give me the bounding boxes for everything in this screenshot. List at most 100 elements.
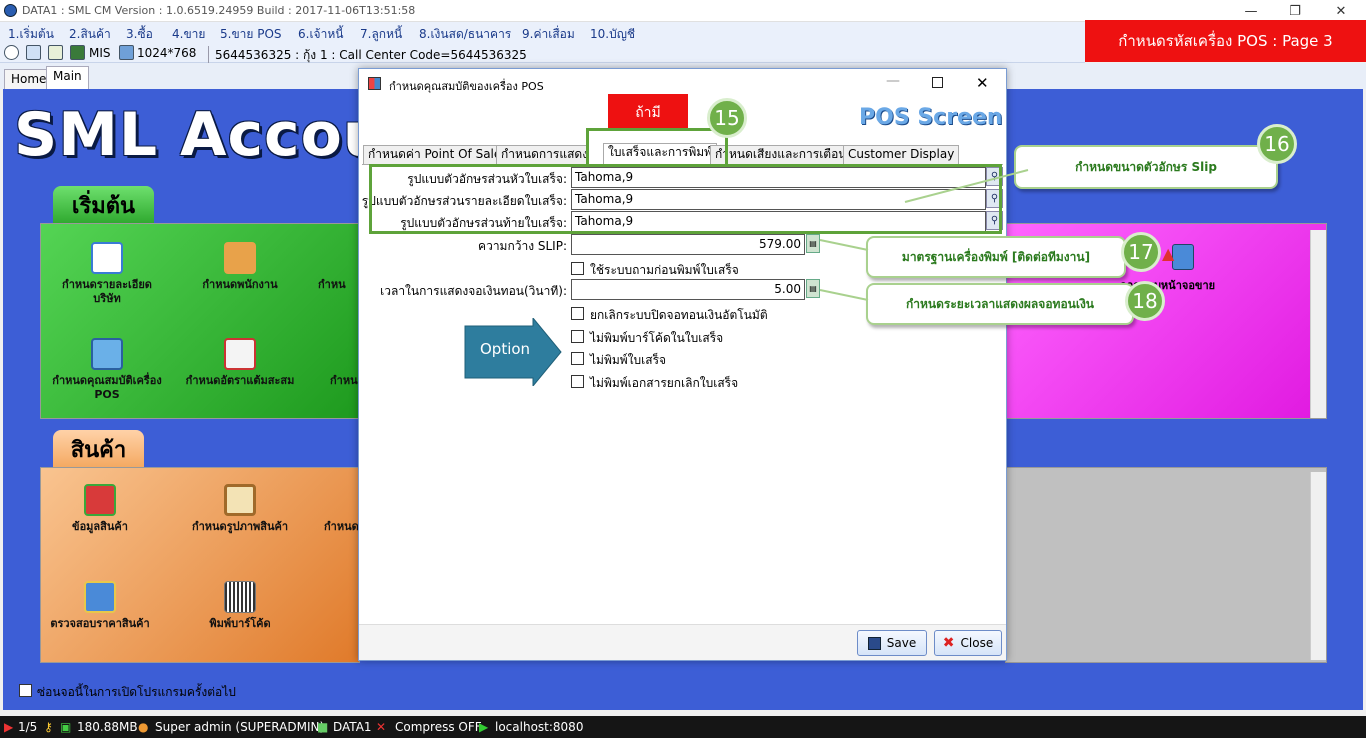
- dialog-close-button[interactable]: ✕: [976, 74, 989, 92]
- house-icon: [91, 242, 123, 274]
- save-label: Save: [886, 636, 917, 650]
- tab-point-of-sale[interactable]: กำหนดค่า Point Of Sale: [363, 145, 507, 164]
- red-note-label: ถ้ามี: [608, 94, 688, 131]
- barcode-icon: [224, 581, 256, 613]
- badge-17: 17: [1121, 232, 1161, 272]
- status-compress: Compress OFF: [395, 720, 482, 734]
- item-product-images[interactable]: กำหนดรูปภาพสินค้า: [185, 484, 295, 534]
- no-barcode-label: ไม่พิมพ์บาร์โค้ดในใบเสร็จ: [590, 331, 724, 345]
- item-truncated-2[interactable]: กำหน: [330, 374, 358, 388]
- callout-slip-font: กำหนดขนาดตัวอักษร Slip: [1014, 145, 1278, 189]
- item-check-price[interactable]: ตรวจสอบราคาสินค้า: [45, 581, 155, 631]
- badge-16: 16: [1257, 124, 1297, 164]
- no-cancel-doc-checkbox[interactable]: [571, 375, 584, 388]
- panel-grey: [1005, 467, 1327, 663]
- play-icon: ▶: [479, 720, 489, 734]
- close-x-icon: ✖: [942, 635, 955, 651]
- tab-main[interactable]: Main: [46, 66, 89, 89]
- no-barcode-checkbox[interactable]: [571, 330, 584, 343]
- change-time-label: เวลาในการแสดงจอเงินทอน(วินาที):: [380, 284, 567, 298]
- item-pos-properties[interactable]: กำหนดคุณสมบัติเครื่อง POS: [52, 338, 162, 402]
- item-print-barcode[interactable]: พิมพ์บาร์โค้ด: [185, 581, 295, 631]
- close-button[interactable]: ✖ Close: [934, 630, 1002, 656]
- books-check-icon: [84, 581, 116, 613]
- monitor-icon: ▣: [60, 720, 72, 734]
- dialog-app-icon: [368, 77, 381, 90]
- item-product-data[interactable]: ข้อมูลสินค้า: [45, 484, 155, 534]
- resolution-label: 1024*768: [137, 46, 197, 60]
- status-memory: 180.88MB: [77, 720, 138, 734]
- status-user: Super admin (SUPERADMIN): [155, 720, 325, 734]
- compress-icon: ✕: [376, 720, 387, 734]
- screen-icon[interactable]: [119, 45, 134, 60]
- save-button[interactable]: Save: [857, 630, 927, 656]
- hide-screen-checkbox[interactable]: [19, 684, 32, 697]
- cancel-auto-close-label: ยกเลิกระบบปิดจอทอนเงินอัตโนมัติ: [590, 308, 768, 322]
- close-label: Close: [960, 636, 994, 650]
- slip-width-input[interactable]: 579.00: [571, 234, 805, 255]
- status-page: 1/5: [18, 720, 38, 734]
- mis-label[interactable]: MIS: [89, 46, 111, 60]
- status-host: localhost:8080: [495, 720, 584, 734]
- toolbar: MIS 1024*768 5644536325 : กุ้ง 1 : Call …: [0, 42, 1085, 65]
- callout-16-pointer: [904, 169, 1029, 203]
- close-window-button[interactable]: ✕: [1318, 0, 1364, 22]
- window-title: DATA1 : SML CM Version : 1.0.6519.24959 …: [22, 4, 416, 17]
- callout-change-screen-time: กำหนดระยะเวลาแสดงผลจอทอนเงิน: [866, 283, 1134, 325]
- status-bar: ▶ 1/5 ⚷ ▣ 180.88MB ● Super admin (SUPERA…: [0, 716, 1366, 738]
- page-header-label: กำหนดรหัสเครื่อง POS : Page 3: [1085, 20, 1366, 62]
- panel-products-tab[interactable]: สินค้า: [53, 430, 144, 468]
- database-icon: ■: [317, 720, 329, 734]
- window-icon[interactable]: [26, 45, 41, 60]
- pos-screen-header: POS Screen: [859, 105, 1003, 130]
- badge-18: 18: [1125, 281, 1165, 321]
- panel-start-tab[interactable]: เริ่มต้น: [53, 186, 154, 224]
- app-icon: [4, 4, 17, 17]
- item-employees[interactable]: กำหนดพนักงาน: [185, 242, 295, 292]
- tab-sound-alerts[interactable]: กำหนดเสียงและการเตือน: [710, 145, 852, 164]
- arrow-icon: ▶: [4, 720, 14, 734]
- people-icon: [224, 242, 256, 274]
- callout-17-pointer: [819, 239, 869, 251]
- clock-icon[interactable]: [4, 45, 19, 60]
- badge-15: 15: [707, 98, 747, 138]
- boxes-icon: [84, 484, 116, 516]
- callout-18-pointer: [819, 289, 869, 301]
- no-receipt-label: ไม่พิมพ์ใบเสร็จ: [590, 353, 667, 367]
- item-truncated-1[interactable]: กำหน: [318, 278, 358, 292]
- item-truncated-3[interactable]: กำหนด: [324, 520, 360, 534]
- triangle-icon: ▲: [1162, 244, 1175, 263]
- item-company-details[interactable]: กำหนดรายละเอียดบริษัท: [52, 242, 162, 306]
- window-title-bar: DATA1 : SML CM Version : 1.0.6519.24959 …: [0, 0, 1366, 22]
- no-receipt-checkbox[interactable]: [571, 352, 584, 365]
- status-db: DATA1: [333, 720, 372, 734]
- highlight-tab-box: [586, 128, 728, 166]
- cube-icon: [1172, 244, 1194, 270]
- user-icon: ●: [138, 720, 149, 734]
- change-time-input[interactable]: 5.00: [571, 279, 805, 300]
- minimize-button[interactable]: —: [1228, 0, 1274, 22]
- cancel-auto-close-checkbox[interactable]: [571, 307, 584, 320]
- picture-frame-icon: [224, 484, 256, 516]
- pencil-paper-icon: [224, 338, 256, 370]
- calculator-icon[interactable]: [48, 45, 63, 60]
- maximize-button[interactable]: ❐: [1272, 0, 1318, 22]
- option-arrow-label: Option: [480, 340, 531, 358]
- no-cancel-doc-label: ไม่พิมพ์เอกสารยกเลิกใบเสร็จ: [590, 376, 739, 390]
- panel-scrollbar-2[interactable]: [1310, 472, 1326, 660]
- callout-printer-standard: มาตรฐานเครื่องพิมพ์ [ติดต่อทีมงาน]: [866, 236, 1126, 278]
- ask-before-print-label: ใช้ระบบถามก่อนพิมพ์ใบเสร็จ: [590, 263, 739, 277]
- ask-before-print-checkbox[interactable]: [571, 262, 584, 275]
- item-points-rate[interactable]: กำหนดอัตราแต้มสะสม: [185, 338, 295, 388]
- floppy-icon: [867, 636, 881, 650]
- dialog-title: กำหนดคุณสมบัติของเครื่อง POS: [389, 80, 544, 93]
- key-icon: ⚷: [44, 720, 53, 734]
- dialog-minimize-button[interactable]: —: [886, 73, 900, 89]
- panel-scrollbar-1[interactable]: [1310, 230, 1326, 418]
- dialog-maximize-button[interactable]: [932, 77, 943, 88]
- app-banner-title: SML Accou: [14, 100, 387, 170]
- pos-device-icon: [91, 338, 123, 370]
- slip-width-label: ความกว้าง SLIP:: [478, 239, 567, 253]
- tab-display[interactable]: กำหนดการแสดงผล: [496, 145, 588, 164]
- chart-icon[interactable]: [70, 45, 85, 60]
